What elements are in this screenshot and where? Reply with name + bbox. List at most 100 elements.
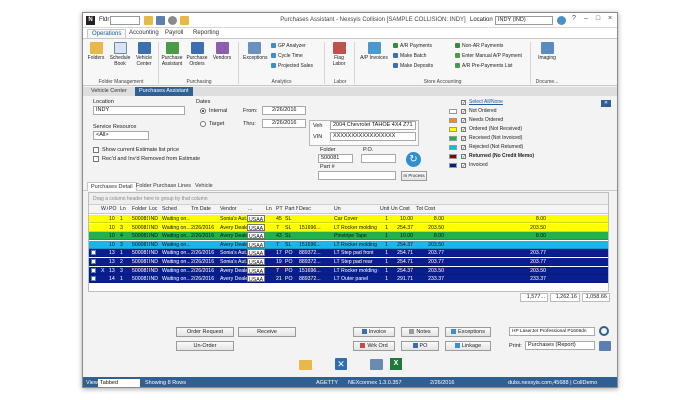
save-icon[interactable]: [156, 16, 165, 25]
notes-button[interactable]: Notes: [401, 327, 439, 337]
vendors-button[interactable]: Vendors: [211, 42, 233, 61]
target-radio[interactable]: [200, 121, 206, 127]
from-date-input[interactable]: 2/26/2016: [262, 106, 306, 115]
column-header[interactable]: [90, 205, 100, 213]
flag-labor-button[interactable]: Flag Labor: [328, 42, 350, 67]
wrk-ord-button[interactable]: Wrk Ord: [353, 341, 395, 351]
non-ar-payments-button[interactable]: Non-AR Payments: [455, 43, 503, 50]
excel-icon[interactable]: X: [390, 358, 402, 370]
column-header[interactable]: Unit: [379, 205, 390, 213]
column-header[interactable]: Sched: [161, 205, 190, 213]
folder-field-input[interactable]: 500081: [318, 154, 353, 163]
vehicle-center-button[interactable]: Vehicle Center: [133, 42, 155, 67]
vin-input[interactable]: XXXXXXXXXXXXXXXXX: [330, 132, 416, 141]
po-field-input[interactable]: [361, 154, 396, 163]
column-header[interactable]: Tm Date: [190, 205, 219, 213]
recd-invd-checkbox[interactable]: [93, 156, 99, 162]
table-row[interactable]: 14 1 500081 IND Waiting on... 2/26/2016 Avery …: [89, 275, 608, 284]
linkage-button[interactable]: Linkage: [445, 341, 491, 351]
projected-sales-button[interactable]: Projected Sales: [271, 63, 313, 70]
search-icon[interactable]: [599, 326, 609, 336]
make-batch-button[interactable]: Make Batch: [393, 53, 426, 60]
column-header[interactable]: Tot Cost: [415, 205, 446, 213]
table-row[interactable]: 10 1 500081IND Waiting on... Sonia's Aut...U…: [89, 215, 608, 223]
service-resource-select[interactable]: <All>: [93, 131, 149, 140]
print-icon[interactable]: [370, 359, 383, 370]
po-button[interactable]: PO: [401, 341, 439, 351]
tab-accounting[interactable]: Accounting: [125, 29, 163, 38]
view-select[interactable]: Tabbed: [98, 379, 140, 387]
refresh-icon[interactable]: [557, 16, 566, 25]
column-header[interactable]: Loc: [148, 205, 161, 213]
tab-purchases-assistant[interactable]: Purchases Assistant: [135, 87, 193, 96]
refresh-icon[interactable]: ↻: [406, 152, 421, 167]
close-icon[interactable]: ✕: [335, 358, 347, 370]
folder-number-input[interactable]: [110, 16, 140, 25]
print-report-select[interactable]: Purchases (Report): [525, 341, 595, 350]
schedule-book-button[interactable]: Schedule Book: [109, 42, 131, 67]
invoice-button[interactable]: Invoice: [353, 327, 395, 337]
purchase-orders-button[interactable]: Purchase Orders: [186, 42, 208, 67]
tab-payroll[interactable]: Payroll: [161, 29, 187, 38]
location-select[interactable]: INDY: [93, 106, 185, 115]
collapse-icon[interactable]: ✕: [601, 100, 611, 107]
tab-vehicle-center[interactable]: Vehicle Center: [87, 87, 131, 96]
ar-payments-button[interactable]: A/R Payments: [393, 43, 432, 50]
purchase-assistant-button[interactable]: Purchase Assistant: [161, 42, 183, 67]
exceptions-action-button[interactable]: Exceptions: [445, 327, 491, 337]
tab-operations[interactable]: Operations: [87, 29, 127, 38]
un-order-button[interactable]: Un-Order: [176, 341, 234, 351]
legend-checkbox[interactable]: ✓: [461, 163, 466, 168]
table-row[interactable]: 13 1 500081 IND Waiting on... 2/26/2016 Sonia'…: [89, 249, 608, 258]
receive-button[interactable]: Receive: [238, 327, 296, 337]
column-header[interactable]: PO: [108, 205, 119, 213]
order-request-button[interactable]: Order Request: [176, 327, 234, 337]
thru-date-input[interactable]: 2/26/2016: [262, 119, 306, 128]
internal-radio[interactable]: [200, 108, 206, 114]
help-icon[interactable]: ?: [569, 15, 579, 22]
vehicle-input[interactable]: 2004 Chevrolet TAHOE 4X4 Z71: [330, 121, 416, 130]
legend-checkbox[interactable]: ✓: [461, 127, 466, 132]
tab-vehicle[interactable]: Vehicle: [192, 182, 216, 191]
ar-prepayments-button[interactable]: A/R Pre-Payments List: [455, 63, 513, 70]
folder-icon[interactable]: [180, 16, 189, 25]
enter-manual-ap-button[interactable]: Enter Manual A/P Payment: [455, 53, 522, 60]
table-row[interactable]: 10 3 500081 IND Waiting on... Avery Dealer USA…: [89, 240, 608, 249]
legend-checkbox[interactable]: ✓: [461, 154, 466, 159]
tab-reporting[interactable]: Reporting: [189, 29, 223, 38]
select-all-checkbox[interactable]: ✓: [461, 100, 466, 105]
legend-checkbox[interactable]: ✓: [461, 118, 466, 123]
close-icon[interactable]: ×: [605, 15, 615, 22]
column-header[interactable]: Part No: [284, 205, 298, 213]
part-number-input[interactable]: [318, 171, 396, 180]
show-current-checkbox[interactable]: [93, 147, 99, 153]
column-header[interactable]: Vendor: [219, 205, 247, 213]
column-header[interactable]: W.O.: [100, 205, 108, 213]
user-icon[interactable]: [168, 16, 177, 25]
maximize-icon[interactable]: □: [593, 15, 603, 22]
column-header[interactable]: Folder: [131, 205, 148, 213]
cycle-time-button[interactable]: Cycle Time: [271, 53, 303, 60]
legend-checkbox[interactable]: ✓: [461, 145, 466, 150]
table-row[interactable]: 13 2 500081 IND Waiting on... 2/26/2016 Sonia'…: [89, 258, 608, 266]
table-row[interactable]: X 13 3 500081 IND Waiting on... 2/26/2016 Avery…: [89, 266, 608, 275]
printer-select[interactable]: HP LaserJet Professional P1606dn: [509, 327, 595, 336]
in-process-button[interactable]: In Process: [401, 171, 427, 181]
column-header[interactable]: Un: [333, 205, 379, 213]
column-header[interactable]: Un Cost: [390, 205, 415, 213]
column-header[interactable]: ...: [247, 205, 265, 213]
folder-open-icon[interactable]: [144, 16, 153, 25]
tab-purchases-detail[interactable]: Purchases Detail: [87, 182, 137, 191]
imaging-button[interactable]: Imaging: [536, 42, 558, 61]
column-header[interactable]: Ln: [119, 205, 131, 213]
exceptions-button[interactable]: Exceptions: [243, 42, 267, 61]
gp-analyzer-button[interactable]: GP Analyzer: [271, 43, 306, 50]
tab-folder-purchase-lines[interactable]: Folder Purchase Lines: [133, 182, 194, 191]
ap-invoices-button[interactable]: A/P Invoices: [360, 42, 388, 61]
minimize-icon[interactable]: –: [581, 15, 591, 22]
folder-icon[interactable]: [299, 360, 312, 370]
folders-button[interactable]: Folders: [85, 42, 107, 61]
table-row[interactable]: 10 4 500081 IND Waiting on... 2/26/2016 Avery …: [89, 232, 608, 241]
column-header[interactable]: Desc: [298, 205, 333, 213]
column-header[interactable]: PT: [275, 205, 284, 213]
